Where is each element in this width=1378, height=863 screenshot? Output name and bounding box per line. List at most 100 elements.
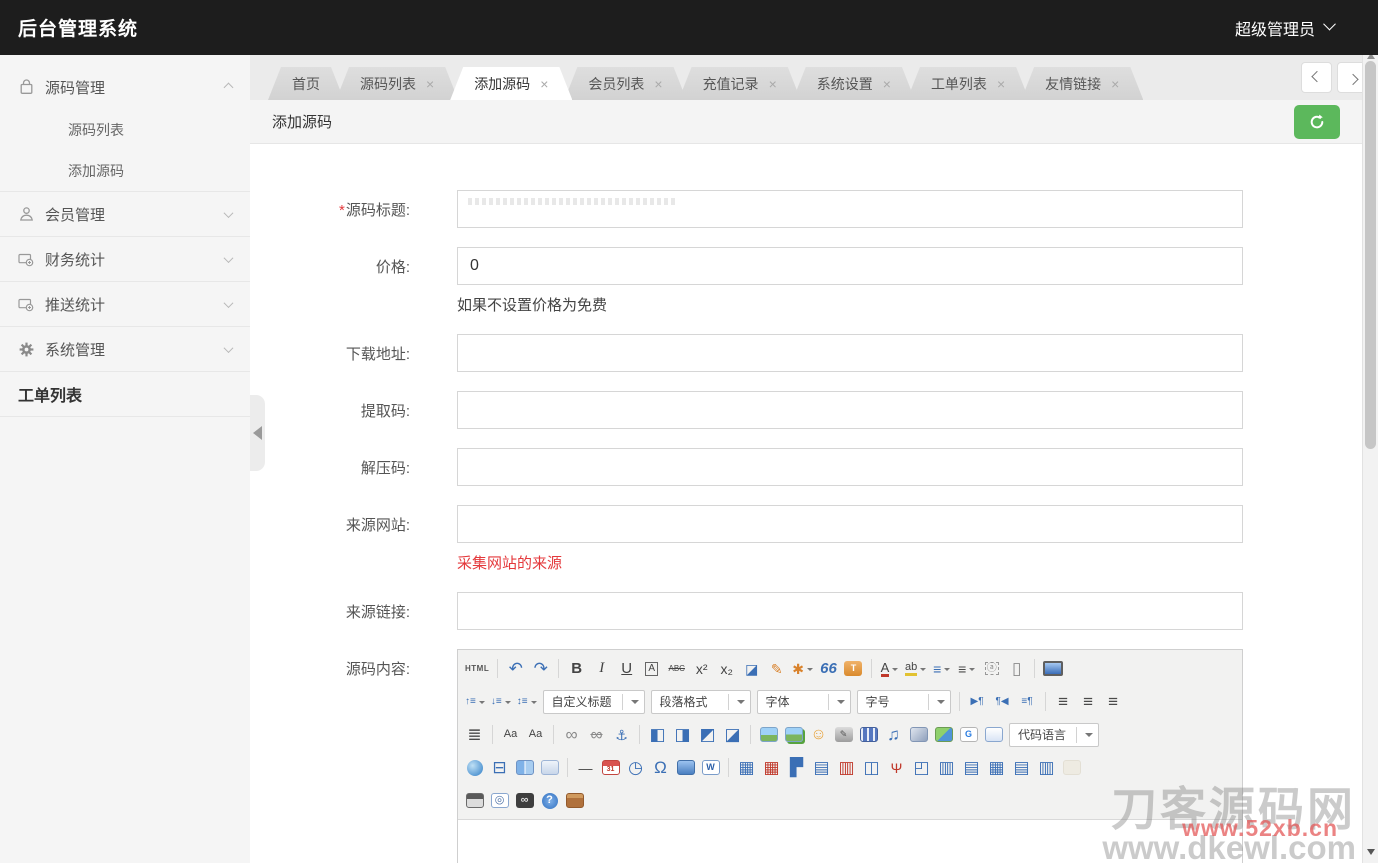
graft-image-button[interactable] xyxy=(538,755,561,780)
paragraph-spacing-top-button[interactable]: ↑≡ xyxy=(463,689,487,714)
lowercase-button[interactable]: Aa xyxy=(524,722,547,747)
tabs-scroll-left-button[interactable] xyxy=(1301,62,1332,93)
table-title-button[interactable]: ▛ xyxy=(785,755,808,780)
baidu-map-button[interactable]: G xyxy=(957,722,980,747)
underline-button[interactable]: U xyxy=(615,656,638,681)
auto-typeset-button[interactable]: ✱ xyxy=(790,656,815,681)
delete-table-button[interactable]: ▦ xyxy=(760,755,783,780)
special-chars-button[interactable]: Ω xyxy=(649,755,672,780)
scrollbar-down-arrow[interactable] xyxy=(1367,849,1375,859)
tab-item-4[interactable]: 会员列表× xyxy=(564,67,686,100)
insert-image-button[interactable] xyxy=(757,722,780,747)
insert-time-button[interactable]: ◷ xyxy=(624,755,647,780)
outdent-button[interactable]: ¶◀ xyxy=(991,689,1014,714)
scrollbar-thumb[interactable] xyxy=(1365,61,1376,449)
italic-button[interactable]: I xyxy=(590,656,613,681)
paragraph-format-select[interactable]: 段落格式 xyxy=(651,690,751,714)
tab-close-icon[interactable]: × xyxy=(540,77,548,91)
insert-col-button[interactable]: ◫ xyxy=(860,755,883,780)
split-cells-button[interactable]: ▦ xyxy=(985,755,1008,780)
image-manager-button[interactable] xyxy=(782,722,805,747)
emotion-button[interactable]: ☺ xyxy=(807,722,830,747)
page-break-button[interactable]: ⊟ xyxy=(488,755,511,780)
highlight-color-button[interactable]: ab xyxy=(903,656,928,681)
fullscreen-button[interactable] xyxy=(1041,656,1065,681)
help-button[interactable]: ? xyxy=(538,788,561,813)
tab-item-5[interactable]: 充值记录× xyxy=(679,67,801,100)
anchor-button[interactable]: ⚓ xyxy=(610,722,633,747)
anchor-text-button[interactable]: ⓐ xyxy=(980,656,1003,681)
blockquote-button[interactable]: 66 xyxy=(817,656,840,681)
tab-item-2[interactable]: 源码列表× xyxy=(336,67,458,100)
split-rows-button[interactable]: ▤ xyxy=(1010,755,1033,780)
custom-title-select[interactable]: 自定义标题 xyxy=(543,690,645,714)
unordered-list-button[interactable]: ≡ xyxy=(955,656,978,681)
image-block-button[interactable]: ◪ xyxy=(721,722,744,747)
insert-caption-button[interactable]: ▤ xyxy=(810,755,833,780)
sidebar-item-6[interactable]: 工单列表 xyxy=(0,372,250,416)
html-source-button[interactable]: HTML xyxy=(463,656,491,681)
word-image-button[interactable]: W xyxy=(699,755,722,780)
download-url-input[interactable] xyxy=(457,334,1243,372)
tab-close-icon[interactable]: × xyxy=(1111,77,1119,91)
sidebar-subitem-2[interactable]: 添加源码 xyxy=(0,150,250,191)
font-color-button[interactable]: A xyxy=(878,656,901,681)
snapshot-button[interactable] xyxy=(1060,755,1083,780)
image-right-button[interactable]: ◩ xyxy=(696,722,719,747)
delete-row-button[interactable]: Ψ xyxy=(885,755,908,780)
price-input[interactable] xyxy=(457,247,1243,285)
uppercase-button[interactable]: Aa xyxy=(499,722,522,747)
bold-button[interactable]: B xyxy=(565,656,588,681)
new-page-button[interactable]: ▯ xyxy=(1005,656,1028,681)
horizontal-rule-button[interactable]: — xyxy=(574,755,597,780)
sidebar-item-5[interactable]: 系统管理 xyxy=(0,327,250,371)
redo-button[interactable]: ↷ xyxy=(529,656,552,681)
font-size-select[interactable]: 字号 xyxy=(857,690,951,714)
subscript-button[interactable]: x₂ xyxy=(715,656,738,681)
strikethrough-button[interactable]: ABC xyxy=(665,656,688,681)
tab-item-3[interactable]: 添加源码× xyxy=(450,67,572,100)
tab-item-8[interactable]: 友情链接× xyxy=(1021,67,1143,100)
print-button[interactable] xyxy=(463,788,486,813)
paste-button[interactable] xyxy=(563,788,586,813)
tab-item-1[interactable]: 首页 xyxy=(268,67,344,100)
unzip-code-input[interactable] xyxy=(457,448,1243,486)
tab-close-icon[interactable]: × xyxy=(997,77,1005,91)
align-center-button[interactable]: ≡ xyxy=(1077,689,1100,714)
link-button[interactable]: ∞ xyxy=(560,722,583,747)
merge-right-button[interactable]: ▥ xyxy=(935,755,958,780)
paragraph-spacing-bottom-button[interactable]: ↓≡ xyxy=(489,689,513,714)
image-map-button[interactable] xyxy=(932,722,955,747)
user-menu[interactable]: 超级管理员 xyxy=(1235,16,1334,40)
ordered-list-button[interactable]: ≡ xyxy=(930,656,953,681)
screenshot-button[interactable] xyxy=(674,755,697,780)
paste-text-button[interactable]: T xyxy=(842,656,865,681)
align-right-button[interactable]: ≡ xyxy=(1102,689,1125,714)
sidebar-collapse-handle[interactable] xyxy=(250,395,265,471)
undo-button[interactable]: ↶ xyxy=(504,656,527,681)
source-title-input[interactable] xyxy=(457,190,1243,228)
indent-button[interactable]: ▶¶ xyxy=(966,689,989,714)
flash-button[interactable] xyxy=(463,755,486,780)
merge-down-button[interactable]: ▤ xyxy=(960,755,983,780)
format-brush-button[interactable]: ✎ xyxy=(765,656,788,681)
sidebar-item-4[interactable]: 推送统计 xyxy=(0,282,250,326)
source-link-input[interactable] xyxy=(457,592,1243,630)
insert-video-button[interactable] xyxy=(857,722,880,747)
scrawl-button[interactable]: ✎ xyxy=(832,722,855,747)
split-view-button[interactable] xyxy=(513,755,536,780)
font-border-button[interactable]: A xyxy=(640,656,663,681)
justify-button[interactable]: ≣ xyxy=(463,722,486,747)
image-inline-button[interactable]: ◨ xyxy=(671,722,694,747)
image-left-button[interactable]: ◧ xyxy=(646,722,669,747)
find-replace-button[interactable]: ∞ xyxy=(513,788,536,813)
insert-frame-button[interactable] xyxy=(982,722,1005,747)
insert-table-button[interactable]: ▦ xyxy=(735,755,758,780)
tab-close-icon[interactable]: × xyxy=(769,77,777,91)
tab-close-icon[interactable]: × xyxy=(426,77,434,91)
attachment-button[interactable] xyxy=(907,722,930,747)
font-family-select[interactable]: 字体 xyxy=(757,690,851,714)
editor-content-area[interactable] xyxy=(458,820,1242,863)
source-site-input[interactable] xyxy=(457,505,1243,543)
preview-button[interactable]: ◎ xyxy=(488,788,511,813)
